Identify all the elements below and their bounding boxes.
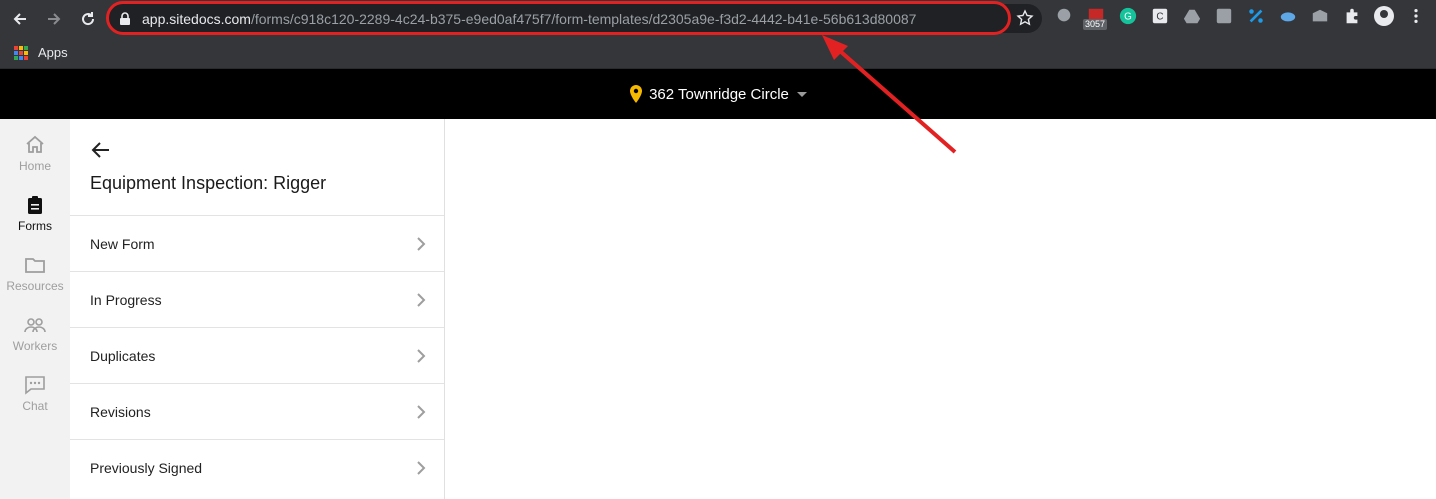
menu-item-label: Previously Signed (90, 459, 203, 476)
menu-item-label: Revisions (90, 403, 151, 420)
rail-label-workers: Workers (12, 338, 58, 353)
cloud-icon (1280, 12, 1296, 22)
rail-item-workers[interactable]: Workers (0, 305, 70, 361)
apps-bookmark[interactable]: Apps (38, 45, 68, 60)
reload-icon (82, 11, 95, 25)
profile-avatar[interactable] (1374, 6, 1394, 26)
extension-balloon[interactable] (1054, 6, 1074, 26)
menu-item-label: New Form (90, 235, 155, 252)
menu-item-label: In Progress (90, 291, 162, 308)
puzzle-icon (1346, 8, 1358, 24)
font-icon (1216, 8, 1232, 24)
rail-label-home: Home (18, 158, 51, 173)
speech-balloon-icon (1057, 8, 1071, 22)
menu-item-duplicates[interactable]: Duplicates (70, 327, 444, 383)
extension-c[interactable]: C (1150, 6, 1170, 26)
extension-mail[interactable] (1310, 6, 1330, 26)
chevron-right-icon (417, 349, 426, 363)
c-square-icon: C (1152, 8, 1168, 24)
workers-icon (24, 317, 46, 332)
menu-item-previously-signed[interactable]: Previously Signed (70, 439, 444, 495)
lock-icon (120, 11, 130, 25)
url-path: /forms/c918c120-2289-4c24-b375-e9ed0af47… (250, 10, 917, 27)
app-header: 362 Townridge Circle (0, 69, 1436, 119)
back-arrow-icon[interactable] (90, 139, 112, 161)
rail-label-resources: Resources (6, 278, 64, 293)
location-name: 362 Townridge Circle (649, 85, 789, 103)
extension-font[interactable] (1214, 6, 1234, 26)
extension-drive[interactable] (1182, 6, 1202, 26)
url-host: app.sitedocs.com (142, 10, 251, 27)
extensions-bar: 3057 G C (1054, 6, 1436, 30)
svg-text:G: G (1124, 12, 1132, 23)
browser-menu[interactable] (1406, 6, 1426, 26)
arrow-left-icon (13, 12, 26, 25)
rail-label-forms: Forms (18, 218, 52, 233)
bookmark-star-icon[interactable] (1016, 9, 1034, 27)
extension-grammarly[interactable]: G (1118, 6, 1138, 26)
arrow-right-icon (48, 12, 61, 25)
chat-icon (25, 375, 45, 395)
chevron-right-icon (417, 405, 426, 419)
reload-button[interactable] (74, 5, 102, 33)
menu-item-label: Duplicates (90, 347, 156, 364)
rail-item-resources[interactable]: Resources (0, 245, 70, 301)
address-bar[interactable]: app.sitedocs.com/forms/c918c120-2289-4c2… (108, 4, 1042, 33)
chevron-right-icon (417, 237, 426, 251)
home-icon (26, 135, 44, 153)
clipboard-icon (28, 195, 42, 214)
forms-panel: Equipment Inspection: Rigger New Form In… (70, 119, 445, 499)
rail-item-forms[interactable]: Forms (0, 185, 70, 241)
map-pin-icon (630, 85, 643, 103)
menu-item-in-progress[interactable]: In Progress (70, 271, 444, 327)
extension-percent[interactable] (1246, 6, 1266, 26)
location-selector[interactable]: 362 Townridge Circle (629, 85, 807, 103)
chevron-right-icon (417, 293, 426, 307)
left-rail: Home Forms Resources Workers Chat (0, 119, 70, 499)
percent-icon (1249, 9, 1263, 23)
kebab-menu-icon (1414, 8, 1418, 24)
rail-item-home[interactable]: Home (0, 125, 70, 181)
caret-down-icon (796, 91, 807, 97)
menu-item-revisions[interactable]: Revisions (70, 383, 444, 439)
panel-title: Equipment Inspection: Rigger (90, 173, 327, 193)
extension-badge: 3057 (1083, 19, 1108, 30)
back-nav-button[interactable] (6, 5, 34, 33)
menu-item-new-form[interactable]: New Form (70, 215, 444, 271)
forward-nav-button[interactable] (40, 5, 68, 33)
drive-icon (1183, 9, 1201, 24)
avatar-icon (1374, 6, 1394, 26)
apps-grid-icon (14, 45, 28, 60)
chevron-right-icon (417, 461, 426, 475)
extension-cloud[interactable] (1278, 6, 1298, 26)
form-menu-list: New Form In Progress Duplicates Revision… (70, 215, 444, 495)
extension-calendar[interactable]: 3057 (1083, 6, 1108, 30)
bookmarks-bar: Apps (0, 37, 1436, 69)
rail-label-chat: Chat (22, 398, 48, 413)
extensions-menu[interactable] (1342, 6, 1362, 26)
grammarly-icon: G (1119, 7, 1137, 25)
mail-icon (1312, 9, 1328, 22)
folder-icon (25, 257, 45, 273)
main-content-area (445, 119, 1436, 499)
svg-text:C: C (1156, 12, 1163, 23)
rail-item-chat[interactable]: Chat (0, 365, 70, 421)
